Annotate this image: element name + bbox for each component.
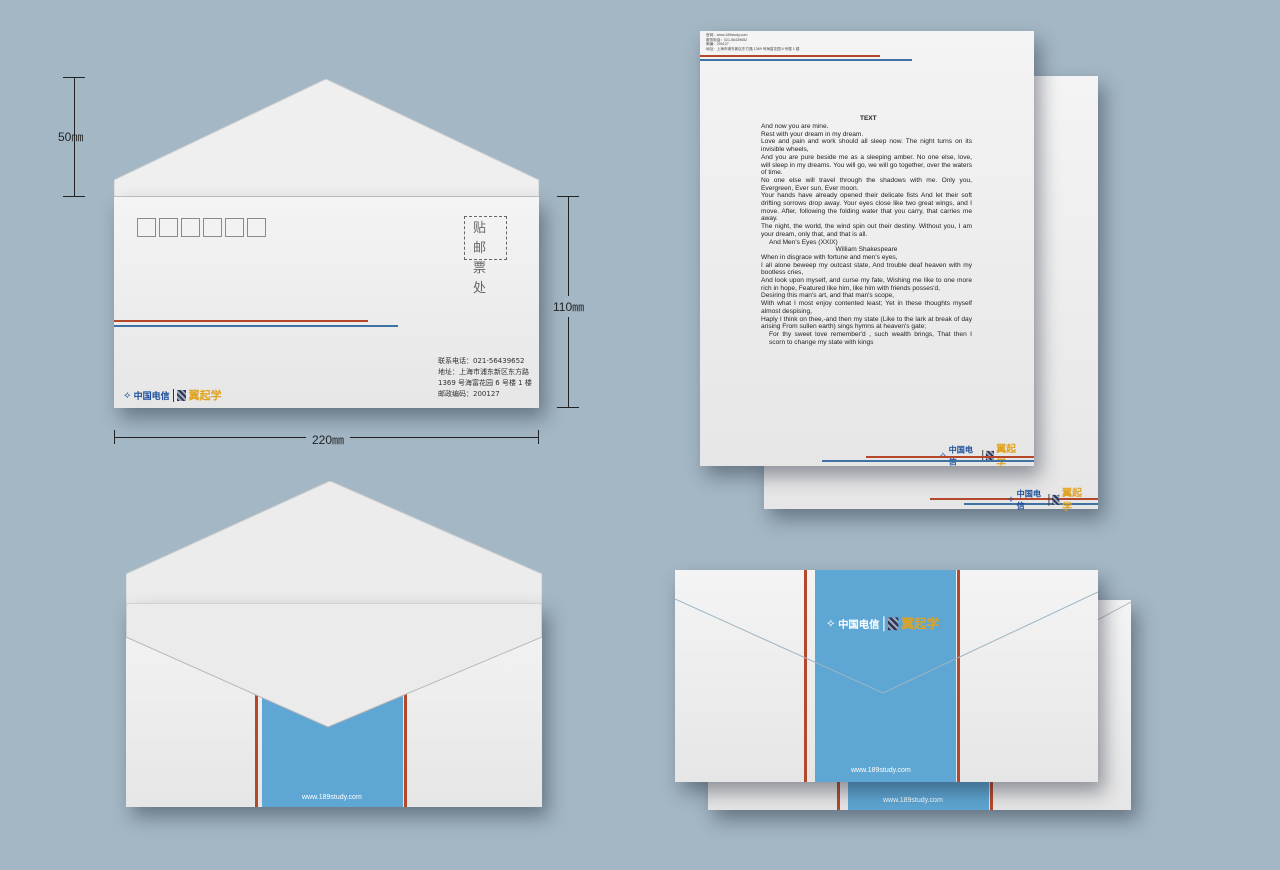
letter-line: When in disgrace with fortune and men's … bbox=[761, 253, 898, 261]
website-url: www.189study.com bbox=[302, 794, 362, 801]
letter-line: Rest with your dream in my dream. bbox=[761, 130, 864, 138]
letter-line: I all alone beweep my outcast state, And… bbox=[761, 261, 972, 277]
dimension-tick bbox=[63, 196, 85, 197]
blue-stripe bbox=[114, 325, 398, 327]
letter-line: The night, the world, the wind spin out … bbox=[761, 223, 972, 238]
dimension-tick bbox=[63, 77, 85, 78]
letter-line: Your hands have already opened their del… bbox=[761, 192, 972, 223]
stamp-area: 贴 邮 票 处 bbox=[464, 216, 507, 296]
letterhead-address: 地址：上海市浦东新区东方路 1369 号海富花园 6 号楼 1 楼 bbox=[706, 46, 800, 51]
letter-line: And Men's Eyes (XXIX) bbox=[769, 238, 838, 246]
envelope-front-flap bbox=[114, 79, 539, 198]
envelope-back-front: ⟡ 中国电信 翼起学 www.189study.com bbox=[675, 570, 1098, 782]
telecom-mark-icon: ⟡ bbox=[1008, 494, 1014, 505]
postal-code-box bbox=[137, 218, 156, 237]
letter-line: And you are pure beside me as a sleeping… bbox=[761, 153, 972, 177]
letter-body: And now you are mine. Rest with your dre… bbox=[761, 123, 972, 346]
red-stripe bbox=[114, 320, 368, 322]
logo-separator bbox=[1048, 493, 1050, 506]
dimension-tick bbox=[538, 430, 539, 444]
letter-line: Desiring this man's art, and that man's … bbox=[761, 292, 894, 300]
letter-line: Haply I think on thee,-and then my state… bbox=[761, 315, 972, 331]
postal-code-box bbox=[225, 218, 244, 237]
envelope-back-fold bbox=[126, 603, 542, 728]
letter-line: And now you are mine. bbox=[761, 123, 829, 130]
letterhead-front-sheet: 官网：www.189study.com 服务电话：021-56439652 邮编… bbox=[700, 31, 1034, 469]
letter-line: No one else will travel through the shad… bbox=[761, 176, 972, 192]
postal-code-box bbox=[247, 218, 266, 237]
contact-postcode: 邮政编码：200127 bbox=[438, 390, 500, 398]
dimension-label-flap: 50㎜ bbox=[58, 130, 84, 144]
red-stripe bbox=[866, 456, 1034, 458]
postal-code-box bbox=[181, 218, 200, 237]
qr-icon bbox=[176, 389, 186, 401]
letter-title: TEXT bbox=[860, 115, 877, 122]
letter-line: For thy sweet love remember'd , such wea… bbox=[769, 330, 972, 346]
blue-stripe bbox=[822, 460, 1034, 462]
brand-logo-text: 翼起学 bbox=[901, 616, 940, 632]
brand-logo: ⟡ 中国电信 翼起学 bbox=[827, 614, 939, 632]
contact-address-2: 1369 号海富花园 6 号楼 1 楼 bbox=[438, 379, 532, 387]
blue-stripe bbox=[700, 59, 912, 61]
telecom-mark-icon: ⟡ bbox=[124, 389, 131, 401]
dimension-tick bbox=[557, 407, 579, 408]
contact-block: 联系电话：021-56439652 地址：上海市浦东新区东方路 1369 号海富… bbox=[438, 356, 532, 400]
qr-icon bbox=[1052, 494, 1060, 505]
stamp-label-line2: 票 处 bbox=[473, 261, 493, 296]
dimension-label-width: 220㎜ bbox=[306, 431, 351, 448]
telecom-logo-text: 中国电信 bbox=[133, 391, 170, 402]
website-url: www.189study.com bbox=[851, 767, 911, 774]
dimension-label-height: 110㎜ bbox=[553, 296, 585, 317]
brand-logo: ⟡ 中国电信 翼起学 bbox=[124, 387, 222, 403]
dimension-tick bbox=[114, 430, 115, 444]
brand-logo-text: 翼起学 bbox=[1062, 486, 1082, 513]
postal-code-box bbox=[159, 218, 178, 237]
stamp-label-line1: 贴 邮 bbox=[473, 221, 493, 256]
logo-separator bbox=[172, 388, 174, 402]
telecom-mark-icon: ⟡ bbox=[827, 616, 835, 630]
letter-line: Love and pain and work should all sleep … bbox=[761, 138, 972, 154]
telecom-logo-text: 中国电信 bbox=[838, 619, 880, 631]
logo-separator bbox=[882, 615, 885, 631]
envelope-fold-lines bbox=[675, 591, 1098, 694]
envelope-back-open-flap bbox=[126, 481, 542, 604]
letter-line: William Shakespeare bbox=[835, 246, 898, 254]
postal-code-box bbox=[203, 218, 222, 237]
envelope-front: 贴 邮 票 处 联系电话：021-56439652 地址：上海市浦东新区东方路 … bbox=[114, 197, 539, 408]
letterhead-info: 官网：www.189study.com 服务电话：021-56439652 邮编… bbox=[706, 33, 799, 51]
letter-line: And look upon myself, and curse my fate,… bbox=[761, 277, 972, 292]
qr-icon bbox=[887, 616, 898, 630]
website-url: www.189study.com bbox=[883, 797, 943, 804]
brand-logo: ⟡ 中国电信 翼起学 bbox=[1008, 485, 1089, 514]
telecom-logo-text: 中国电信 bbox=[1016, 490, 1041, 512]
contact-address-1: 地址：上海市浦东新区东方路 bbox=[438, 368, 529, 376]
brand-logo-text: 翼起学 bbox=[188, 389, 222, 402]
contact-phone: 联系电话：021-56439652 bbox=[438, 357, 525, 365]
dimension-tick bbox=[557, 196, 579, 197]
letter-line: With what I most enjoy contented least; … bbox=[761, 300, 972, 315]
red-stripe bbox=[700, 55, 880, 57]
envelope-back: www.189study.com bbox=[126, 603, 542, 807]
